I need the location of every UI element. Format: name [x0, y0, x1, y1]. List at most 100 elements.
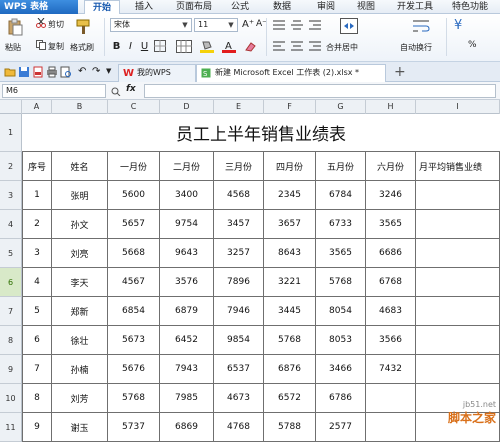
table-cell[interactable]: 6537 — [214, 355, 264, 384]
table-cell[interactable]: 5673 — [108, 326, 160, 355]
table-cell[interactable]: 3257 — [214, 239, 264, 268]
table-cell[interactable]: 8053 — [316, 326, 366, 355]
preview-icon[interactable] — [60, 66, 72, 78]
table-cell[interactable] — [416, 326, 500, 355]
cut-button[interactable]: 剪切 — [48, 19, 64, 30]
table-cell[interactable]: 5768 — [316, 268, 366, 297]
table-cell[interactable]: 1 — [22, 181, 52, 210]
table-cell[interactable]: 9754 — [160, 210, 214, 239]
table-cell[interactable]: 8643 — [264, 239, 316, 268]
table-cell[interactable] — [416, 210, 500, 239]
row-header[interactable]: 1 — [0, 114, 22, 152]
table-cell[interactable]: 3221 — [264, 268, 316, 297]
table-cell[interactable]: 6 — [22, 326, 52, 355]
font-name-select[interactable]: 宋体 ▼ — [110, 18, 192, 32]
tab-view[interactable]: 视图 — [350, 0, 382, 14]
currency-button[interactable]: ¥ — [454, 18, 462, 33]
redo-icon[interactable]: ↷ — [92, 66, 100, 77]
table-cell[interactable]: 3657 — [264, 210, 316, 239]
table-cell[interactable] — [416, 181, 500, 210]
table-cell[interactable]: 5768 — [264, 326, 316, 355]
row-header[interactable]: 7 — [0, 297, 22, 326]
align-bottom-icon[interactable] — [308, 19, 322, 31]
table-cell[interactable]: 6452 — [160, 326, 214, 355]
table-cell[interactable]: 2345 — [264, 181, 316, 210]
table-header-cell[interactable]: 姓名 — [52, 152, 108, 181]
table-cell[interactable] — [366, 413, 416, 442]
table-cell[interactable]: 9854 — [214, 326, 264, 355]
table-cell[interactable]: 7 — [22, 355, 52, 384]
table-cell[interactable]: 7432 — [366, 355, 416, 384]
table-cell[interactable]: 9643 — [160, 239, 214, 268]
table-header-cell[interactable]: 月平均销售业绩 — [416, 152, 500, 181]
align-left-icon[interactable] — [272, 40, 286, 52]
table-cell[interactable]: 3445 — [264, 297, 316, 326]
table-cell[interactable]: 3565 — [366, 210, 416, 239]
table-cell[interactable]: 谢玉 — [52, 413, 108, 442]
table-cell[interactable]: 2577 — [316, 413, 366, 442]
table-cell[interactable]: 6686 — [366, 239, 416, 268]
align-right-icon[interactable] — [308, 40, 322, 52]
sheet-title[interactable]: 员工上半年销售业绩表 — [22, 114, 500, 152]
table-cell[interactable]: 6876 — [264, 355, 316, 384]
tab-developer[interactable]: 开发工具 — [392, 0, 438, 14]
table-cell[interactable]: 5668 — [108, 239, 160, 268]
table-header-cell[interactable]: 序号 — [22, 152, 52, 181]
row-header[interactable]: 5 — [0, 239, 22, 268]
row-header[interactable]: 11 — [0, 413, 22, 442]
table-cell[interactable]: 5788 — [264, 413, 316, 442]
paste-button[interactable]: 粘贴 — [5, 42, 21, 53]
table-cell[interactable] — [416, 239, 500, 268]
table-header-cell[interactable]: 一月份 — [108, 152, 160, 181]
align-top-icon[interactable] — [272, 19, 286, 31]
table-cell[interactable]: 6854 — [108, 297, 160, 326]
row-header[interactable]: 10 — [0, 384, 22, 413]
table-header-cell[interactable]: 二月份 — [160, 152, 214, 181]
table-cell[interactable]: 6733 — [316, 210, 366, 239]
tab-workbook[interactable]: S 新建 Microsoft Excel 工作表 (2).xlsx * — [196, 64, 386, 82]
table-cell[interactable]: 6786 — [316, 384, 366, 413]
tab-data[interactable]: 数据 — [266, 0, 298, 14]
table-header-cell[interactable]: 三月份 — [214, 152, 264, 181]
save-icon[interactable] — [18, 66, 30, 78]
table-cell[interactable]: 3400 — [160, 181, 214, 210]
format-painter-icon[interactable] — [74, 18, 92, 36]
table-cell[interactable]: 4768 — [214, 413, 264, 442]
table-cell[interactable]: 李天 — [52, 268, 108, 297]
table-cell[interactable]: 3576 — [160, 268, 214, 297]
table-cell[interactable]: 张明 — [52, 181, 108, 210]
undo-icon[interactable]: ↶ — [78, 66, 86, 77]
table-cell[interactable]: 2 — [22, 210, 52, 239]
table-cell[interactable]: 5657 — [108, 210, 160, 239]
paste-icon[interactable] — [6, 18, 24, 36]
app-menu-button[interactable]: WPS 表格 — [0, 0, 78, 14]
table-cell[interactable]: 8054 — [316, 297, 366, 326]
table-header-cell[interactable]: 四月份 — [264, 152, 316, 181]
table-cell[interactable]: 4673 — [214, 384, 264, 413]
select-all-corner[interactable] — [0, 100, 22, 114]
table-header-cell[interactable]: 五月份 — [316, 152, 366, 181]
table-cell[interactable]: 3246 — [366, 181, 416, 210]
row-header[interactable]: 4 — [0, 210, 22, 239]
column-header[interactable]: H — [366, 100, 416, 114]
table-cell[interactable]: 5737 — [108, 413, 160, 442]
underline-button[interactable]: U — [138, 40, 151, 53]
table-cell[interactable]: 6784 — [316, 181, 366, 210]
percent-icon[interactable]: % — [468, 40, 477, 50]
table-header-cell[interactable]: 六月份 — [366, 152, 416, 181]
table-cell[interactable]: 7943 — [160, 355, 214, 384]
bold-button[interactable]: B — [110, 40, 123, 53]
align-center-icon[interactable] — [290, 40, 304, 52]
fill-color-icon[interactable] — [200, 40, 214, 53]
wrap-text-icon[interactable] — [412, 18, 430, 34]
table-cell[interactable]: 3 — [22, 239, 52, 268]
table-cell[interactable]: 9 — [22, 413, 52, 442]
row-header[interactable]: 2 — [0, 152, 22, 181]
table-cell[interactable] — [416, 355, 500, 384]
merge-center-button[interactable]: 合并居中 — [326, 42, 358, 53]
table-cell[interactable]: 徐壮 — [52, 326, 108, 355]
column-header[interactable]: D — [160, 100, 214, 114]
tab-formulas[interactable]: 公式 — [224, 0, 256, 14]
table-cell[interactable]: 6768 — [366, 268, 416, 297]
table-cell[interactable]: 7985 — [160, 384, 214, 413]
